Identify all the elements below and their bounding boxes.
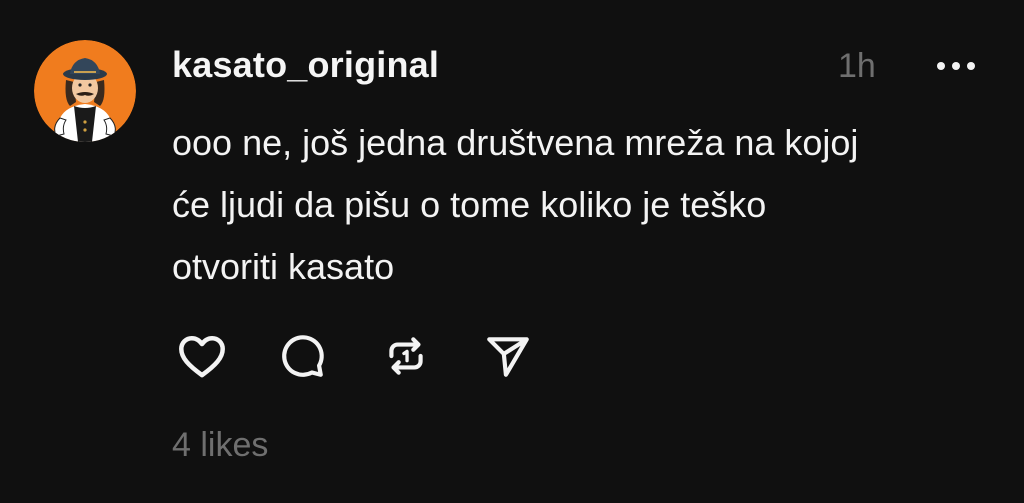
post-text: ooo ne, još jedna društvena mreža na koj… — [172, 112, 992, 298]
post-text-line: će ljudi da pišu o tome koliko je teško — [172, 184, 767, 225]
post-text-line: otvoriti kasato — [172, 246, 395, 287]
post-time: 1h — [838, 47, 876, 85]
repost-icon — [389, 337, 423, 375]
post-text-line: ooo ne, još jedna društvena mreža na koj… — [172, 122, 859, 163]
username[interactable]: kasato_original — [172, 44, 439, 86]
share-button[interactable] — [478, 326, 538, 386]
likes-count[interactable]: 4 likes — [172, 426, 268, 465]
thread-post: kasato_original 1h ooo ne, još jedna dru… — [0, 0, 1024, 503]
avatar[interactable] — [34, 40, 136, 142]
more-dots-icon — [952, 62, 960, 70]
mascot-avatar-icon — [34, 40, 136, 142]
more-dots-icon — [967, 62, 975, 70]
send-icon — [487, 337, 529, 377]
comment-icon — [282, 335, 324, 377]
more-options-button[interactable] — [926, 46, 986, 86]
more-dots-icon — [937, 62, 945, 70]
like-button[interactable] — [172, 326, 232, 386]
reply-button[interactable] — [272, 326, 332, 386]
heart-icon — [179, 335, 225, 378]
repost-button[interactable] — [376, 326, 436, 386]
